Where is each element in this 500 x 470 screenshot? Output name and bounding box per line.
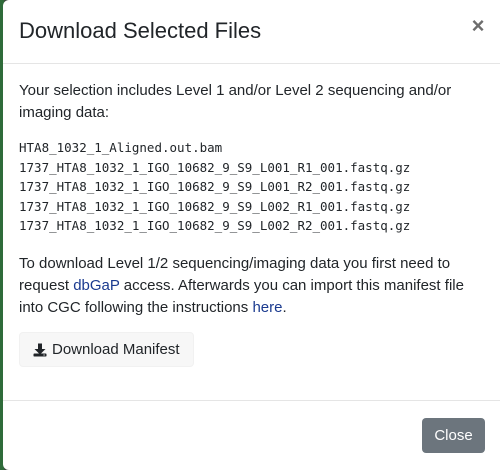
modal-footer: Close [3, 400, 500, 470]
close-button[interactable]: Close [422, 418, 485, 453]
download-instructions: To download Level 1/2 sequencing/imaging… [19, 253, 484, 319]
close-icon[interactable]: × [468, 14, 488, 38]
file-item: 1737_HTA8_1032_1_IGO_10682_9_S9_L001_R1_… [19, 159, 411, 175]
file-item: 1737_HTA8_1032_1_IGO_10682_9_S9_L001_R2_… [19, 179, 411, 194]
file-item: 1737_HTA8_1032_1_IGO_10682_9_S9_L002_R1_… [19, 198, 411, 214]
download-icon [33, 343, 47, 356]
file-list: HTA8_1032_1_Aligned.out.bam 1737_HTA8_10… [19, 138, 484, 236]
dbgap-link[interactable]: dbGaP [73, 277, 119, 294]
download-modal: Download Selected Files × Your selection… [3, 0, 500, 470]
here-link[interactable]: here [252, 299, 282, 316]
modal-body: Your selection includes Level 1 and/or L… [19, 80, 484, 319]
instructions-text-3: . [282, 298, 287, 316]
download-manifest-button[interactable]: Download Manifest [19, 332, 194, 367]
modal-header: Download Selected Files × [3, 0, 500, 64]
file-item: HTA8_1032_1_Aligned.out.bam [19, 140, 223, 155]
selection-intro: Your selection includes Level 1 and/or L… [19, 82, 452, 121]
modal-title: Download Selected Files [19, 18, 262, 43]
file-item: 1737_HTA8_1032_1_IGO_10682_9_S9_L002_R2_… [19, 218, 411, 233]
download-manifest-label: Download Manifest [52, 341, 180, 358]
